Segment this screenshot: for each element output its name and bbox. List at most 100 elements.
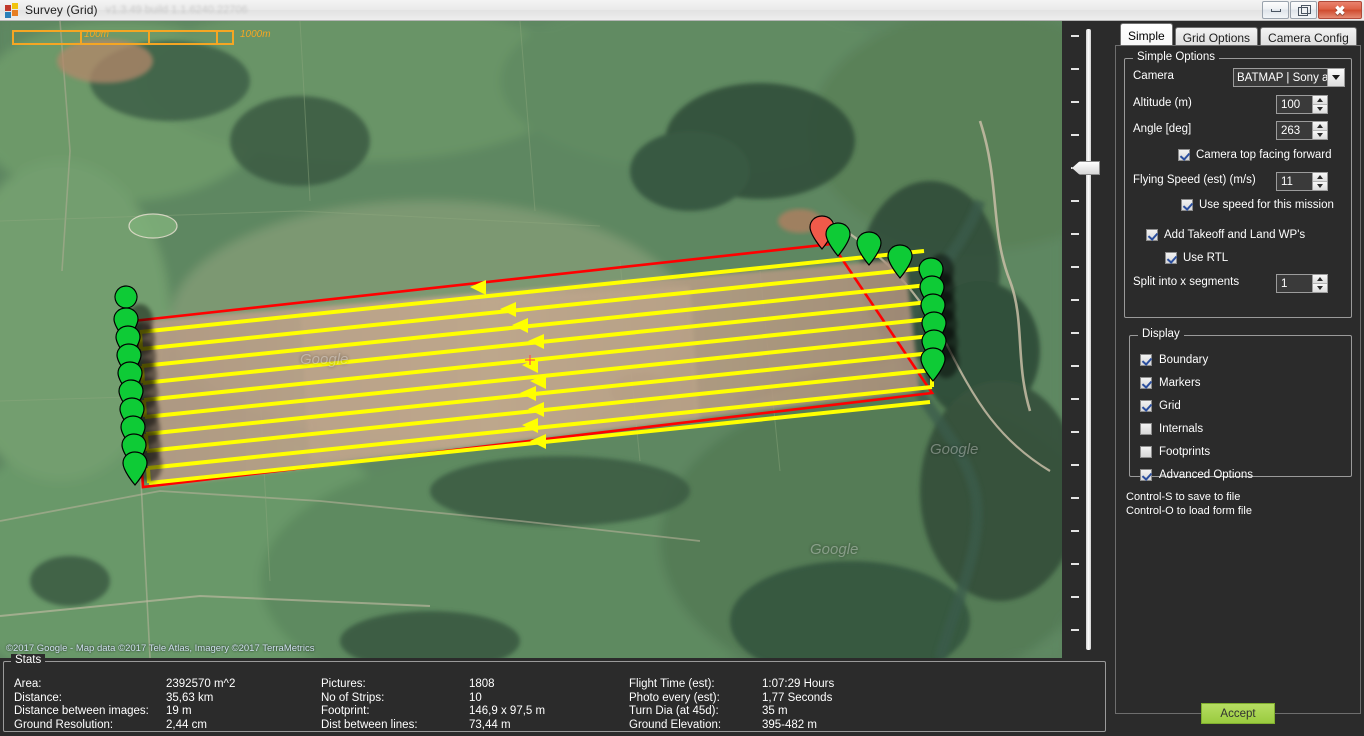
angle-increment-button[interactable] <box>1313 122 1327 131</box>
flying-speed-label: Flying Speed (est) (m/s) <box>1133 174 1256 186</box>
checkbox-indicator[interactable] <box>1165 252 1177 264</box>
stats-column: Area: Distance: Distance between images: Gr… <box>14 678 321 732</box>
split-segments-value: 1 <box>1281 277 1288 290</box>
simple-options-group: Simple Options Camera BATMAP | Sony a6( … <box>1124 51 1352 318</box>
checkbox-indicator[interactable] <box>1140 399 1152 412</box>
display-checkbox-label: Internals <box>1159 422 1204 435</box>
zoom-slider-tick <box>1071 530 1079 532</box>
checkbox-indicator[interactable] <box>1140 445 1152 458</box>
display-checkbox-grid[interactable]: Grid <box>1140 394 1253 417</box>
altitude-decrement-button[interactable] <box>1313 105 1327 113</box>
checkbox-indicator[interactable] <box>1140 468 1152 481</box>
altitude-label: Altitude (m) <box>1133 97 1192 109</box>
stats-group-title: Stats <box>11 654 46 666</box>
display-checkbox-list: Boundary Markers Grid Internals Footprints Ad… <box>1140 348 1253 486</box>
stats-labels: Flight Time (est): Photo every (est): Turn… <box>629 678 762 732</box>
display-checkbox-markers[interactable]: Markers <box>1140 371 1253 394</box>
checkbox-indicator[interactable] <box>1140 376 1152 389</box>
accept-button[interactable]: Accept <box>1201 703 1275 724</box>
satellite-map-canvas[interactable] <box>0 21 1062 658</box>
tab-grid-options[interactable]: Grid Options <box>1174 27 1259 47</box>
stat-label: Turn Dia (at 45d): <box>629 705 719 717</box>
window-controls: ✖ <box>1262 1 1362 19</box>
flying-speed-value: 11 <box>1281 175 1293 188</box>
stat-label: Distance: <box>14 691 62 704</box>
zoom-slider-tick <box>1071 596 1079 598</box>
stat-value: 10 <box>469 691 482 704</box>
stat-label: No of Strips: <box>321 691 385 704</box>
checkbox-indicator[interactable] <box>1140 353 1152 366</box>
display-checkbox-footprints[interactable]: Footprints <box>1140 440 1253 463</box>
angle-decrement-button[interactable] <box>1313 131 1327 139</box>
close-icon: ✖ <box>1334 2 1346 18</box>
stat-label: Ground Resolution: <box>14 718 114 731</box>
stat-label: Photo every (est): <box>629 691 720 704</box>
window-title: Survey (Grid) <box>25 3 98 17</box>
close-button[interactable]: ✖ <box>1318 1 1362 19</box>
use-rtl-checkbox[interactable]: Use RTL <box>1165 252 1228 264</box>
camera-select[interactable]: BATMAP | Sony a6( <box>1233 68 1345 87</box>
tab-camera-config[interactable]: Camera Config <box>1260 27 1357 47</box>
add-takeoff-label: Add Takeoff and Land WP's <box>1164 229 1306 241</box>
zoom-slider-tick <box>1071 398 1079 400</box>
stats-values: 1808 10 146,9 x 97,5 m 73,44 m <box>469 678 629 732</box>
maximize-button[interactable] <box>1290 1 1317 19</box>
checkbox-indicator[interactable] <box>1178 149 1190 161</box>
tab-simple[interactable]: Simple <box>1120 23 1173 47</box>
zoom-slider-track[interactable] <box>1086 29 1091 650</box>
altitude-value: 100 <box>1281 98 1301 111</box>
flying-speed-increment-button[interactable] <box>1313 173 1327 182</box>
split-segments-stepper[interactable]: 1 <box>1276 274 1328 293</box>
map-attribution: ©2017 Google - Map data ©2017 Tele Atlas… <box>6 643 315 654</box>
flying-speed-decrement-button[interactable] <box>1313 182 1327 190</box>
zoom-slider-tick <box>1071 497 1079 499</box>
tab-strip: Simple Grid Options Camera Config <box>1112 21 1364 47</box>
minimize-button[interactable] <box>1262 1 1289 19</box>
angle-value: 263 <box>1281 124 1301 137</box>
scale-far-label: 1000m <box>240 29 271 40</box>
display-checkbox-internals[interactable]: Internals <box>1140 417 1253 440</box>
maximize-icon <box>1298 5 1311 16</box>
zoom-slider-tick <box>1071 365 1079 367</box>
checkbox-indicator[interactable] <box>1181 199 1193 211</box>
display-checkbox-advanced-options[interactable]: Advanced Options <box>1140 463 1253 486</box>
zoom-slider-tick <box>1071 431 1079 433</box>
display-group-title: Display <box>1138 328 1184 340</box>
camera-top-forward-label: Camera top facing forward <box>1196 149 1332 161</box>
map-view[interactable]: Google Google Google 100m 1000m ©2017 Go… <box>0 21 1062 658</box>
checkbox-indicator[interactable] <box>1140 422 1152 435</box>
flying-speed-stepper[interactable]: 11 <box>1276 172 1328 191</box>
checkbox-indicator[interactable] <box>1146 229 1158 241</box>
display-group: Display Boundary Markers Grid Internals Foot… <box>1129 328 1352 481</box>
stat-value: 1808 <box>469 678 495 690</box>
split-decrement-button[interactable] <box>1313 284 1327 292</box>
camera-label: Camera <box>1133 70 1174 82</box>
stats-column: Flight Time (est): Photo every (est): Turn… <box>629 678 922 732</box>
stat-label: Pictures: <box>321 678 366 690</box>
window-subtitle: v1.3.49 build 1.1.6240.22706 <box>105 4 248 16</box>
stats-labels: Area: Distance: Distance between images: Gr… <box>14 678 166 732</box>
stat-label: Footprint: <box>321 705 370 717</box>
altitude-increment-button[interactable] <box>1313 96 1327 105</box>
scale-near-label: 100m <box>84 29 110 40</box>
split-segments-label: Split into x segments <box>1133 276 1240 288</box>
altitude-stepper[interactable]: 100 <box>1276 95 1328 114</box>
split-increment-button[interactable] <box>1313 275 1327 284</box>
stat-value: 35,63 km <box>166 691 214 704</box>
display-checkbox-boundary[interactable]: Boundary <box>1140 348 1253 371</box>
chevron-down-icon[interactable] <box>1327 69 1344 86</box>
zoom-slider-thumb[interactable] <box>1072 161 1100 175</box>
use-speed-checkbox[interactable]: Use speed for this mission <box>1181 199 1334 211</box>
angle-stepper[interactable]: 263 <box>1276 121 1328 140</box>
zoom-slider-tick <box>1071 332 1079 334</box>
add-takeoff-checkbox[interactable]: Add Takeoff and Land WP's <box>1146 229 1305 241</box>
zoom-slider-tick <box>1071 299 1079 301</box>
stat-value: 395-482 m <box>762 718 817 731</box>
stat-value: 1:07:29 Hours <box>762 678 835 690</box>
stat-label: Distance between images: <box>14 705 149 717</box>
camera-top-forward-checkbox[interactable]: Camera top facing forward <box>1178 149 1332 161</box>
stats-values: 1:07:29 Hours 1,77 Seconds 35 m 395-482 m <box>762 678 922 732</box>
display-checkbox-label: Boundary <box>1159 353 1209 366</box>
use-rtl-label: Use RTL <box>1183 252 1229 264</box>
map-zoom-slider[interactable] <box>1062 21 1112 658</box>
